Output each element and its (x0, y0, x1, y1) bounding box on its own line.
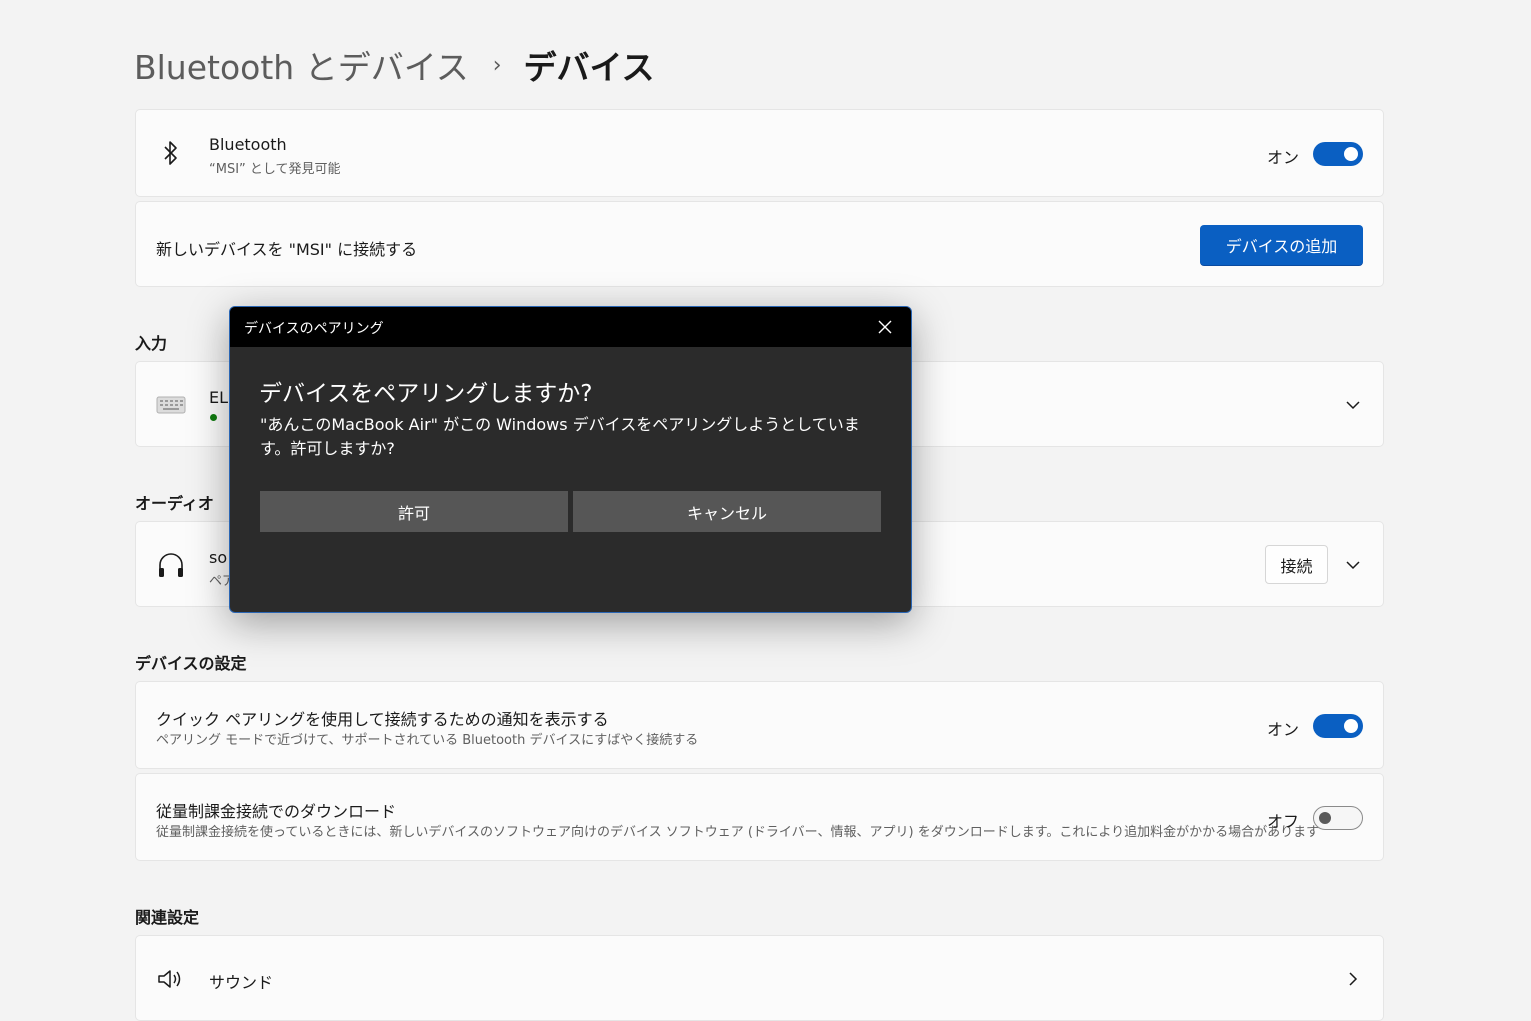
metered-download-card: 従量制課金接続でのダウンロード 従量制課金接続を使っているときには、新しいデバイ… (135, 773, 1384, 861)
bluetooth-icon (164, 141, 177, 165)
page-title: デバイス (523, 48, 655, 87)
keyboard-icon (156, 396, 186, 414)
metered-download-subtitle: 従量制課金接続を使っているときには、新しいデバイスのソフトウェア向けのデバイス … (156, 825, 1320, 840)
bluetooth-toggle-label: オン (1266, 148, 1299, 167)
chevron-right-icon[interactable] (1345, 971, 1361, 987)
add-device-card: 新しいデバイスを "MSI" に接続する デバイスの追加 (135, 201, 1384, 287)
chevron-down-icon[interactable] (1345, 397, 1361, 413)
sound-settings-label: サウンド (209, 973, 274, 992)
metered-download-title: 従量制課金接続でのダウンロード (156, 802, 397, 821)
bluetooth-title: Bluetooth (209, 135, 287, 154)
bluetooth-subtitle: “MSI” として発見可能 (209, 162, 341, 177)
device-settings-section-title: デバイスの設定 (135, 654, 247, 673)
pairing-dialog: デバイスのペアリング デバイスをペアリングしますか? "あんこのMacBook … (229, 306, 912, 613)
allow-button[interactable]: 許可 (260, 491, 568, 532)
swift-pair-title: クイック ペアリングを使用して接続するための通知を表示する (156, 710, 609, 729)
metered-download-toggle-label: オフ (1266, 812, 1299, 831)
breadcrumb-chevron-icon: › (492, 52, 502, 78)
add-device-text: 新しいデバイスを "MSI" に接続する (156, 240, 418, 259)
connected-status-dot (210, 414, 217, 421)
speaker-icon (158, 970, 181, 988)
dialog-heading: デバイスをペアリングしますか? (259, 381, 593, 407)
related-settings-section-title: 関連設定 (135, 908, 200, 927)
sound-settings-card[interactable]: サウンド (135, 935, 1384, 1021)
swift-pair-toggle-label: オン (1266, 720, 1299, 739)
swift-pair-subtitle: ペアリング モードで近づけて、サポートされている Bluetooth デバイスに… (156, 733, 699, 748)
chevron-down-icon[interactable] (1345, 557, 1361, 573)
breadcrumb-parent-bluetooth-devices[interactable]: Bluetooth とデバイス (134, 41, 469, 89)
close-icon[interactable] (877, 319, 893, 335)
dialog-message: "あんこのMacBook Air" がこの Windows デバイスをペアリング… (260, 415, 860, 458)
cancel-button[interactable]: キャンセル (573, 491, 881, 532)
connect-button[interactable]: 接続 (1265, 545, 1328, 584)
add-device-button[interactable]: デバイスの追加 (1200, 225, 1363, 265)
input-section-title: 入力 (135, 334, 168, 353)
audio-section-title: オーディオ (135, 494, 214, 513)
bluetooth-card: Bluetooth “MSI” として発見可能 オン (135, 109, 1384, 197)
swift-pair-toggle[interactable] (1313, 714, 1363, 738)
metered-download-toggle[interactable] (1313, 806, 1363, 830)
dialog-title: デバイスのペアリング (244, 321, 384, 337)
audio-device-name: so (209, 548, 228, 567)
dialog-titlebar[interactable]: デバイスのペアリング (230, 307, 911, 347)
swift-pair-card: クイック ペアリングを使用して接続するための通知を表示する ペアリング モードで… (135, 681, 1384, 769)
headphones-icon (159, 553, 183, 577)
breadcrumb: Bluetooth とデバイス › デバイス (134, 42, 655, 88)
bluetooth-toggle[interactable] (1313, 142, 1363, 166)
